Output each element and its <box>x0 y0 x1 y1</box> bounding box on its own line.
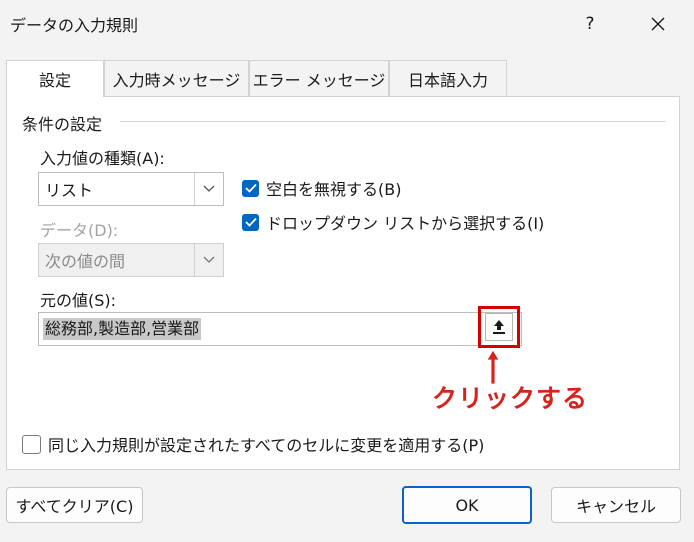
collapse-dialog-button[interactable] <box>485 313 513 341</box>
apply-all-label: 同じ入力規則が設定されたすべてのセルに変更を適用する(P) <box>48 436 485 455</box>
chevron-down-icon <box>194 244 223 276</box>
close-icon <box>651 17 665 31</box>
checkbox-checked-icon <box>242 179 259 197</box>
data-label: データ(D): <box>40 221 119 240</box>
tab-input-message[interactable]: 入力時メッセージ <box>104 60 249 96</box>
clear-all-button[interactable]: すべてクリア(C) <box>6 487 143 523</box>
apply-all-checkbox[interactable]: 同じ入力規則が設定されたすべてのセルに変更を適用する(P) <box>22 432 484 456</box>
help-button[interactable]: ? <box>568 6 612 42</box>
in-cell-dropdown-label: ドロップダウン リストから選択する(I) <box>266 214 545 233</box>
criteria-heading: 条件の設定 <box>22 115 103 134</box>
source-label: 元の値(S): <box>40 291 117 310</box>
tab-japanese-input[interactable]: 日本語入力 <box>389 60 507 96</box>
ignore-blank-checkbox[interactable]: 空白を無視する(B) <box>242 176 401 200</box>
source-value: 総務部,製造部,営業部 <box>43 318 202 340</box>
ignore-blank-label: 空白を無視する(B) <box>266 180 402 199</box>
allow-select-value: リスト <box>45 181 94 200</box>
allow-label: 入力値の種類(A): <box>40 149 165 168</box>
data-select-value: 次の値の間 <box>45 252 126 271</box>
data-select[interactable]: 次の値の間 <box>38 243 224 277</box>
allow-select[interactable]: リスト <box>38 172 224 206</box>
tab-error-message[interactable]: エラー メッセージ <box>249 60 389 96</box>
tab-settings[interactable]: 設定 <box>6 60 104 97</box>
close-button[interactable] <box>634 6 682 42</box>
cancel-button[interactable]: キャンセル <box>551 487 681 523</box>
group-divider <box>120 121 666 122</box>
in-cell-dropdown-checkbox[interactable]: ドロップダウン リストから選択する(I) <box>242 210 544 234</box>
checkbox-checked-icon <box>242 213 259 231</box>
chevron-down-icon <box>194 173 223 205</box>
ok-button[interactable]: OK <box>402 486 532 524</box>
checkbox-unchecked-icon <box>22 434 41 454</box>
dialog-title: データの入力規則 <box>10 16 139 35</box>
upload-arrow-icon <box>493 320 505 334</box>
annotation-text: クリックする <box>432 384 589 413</box>
